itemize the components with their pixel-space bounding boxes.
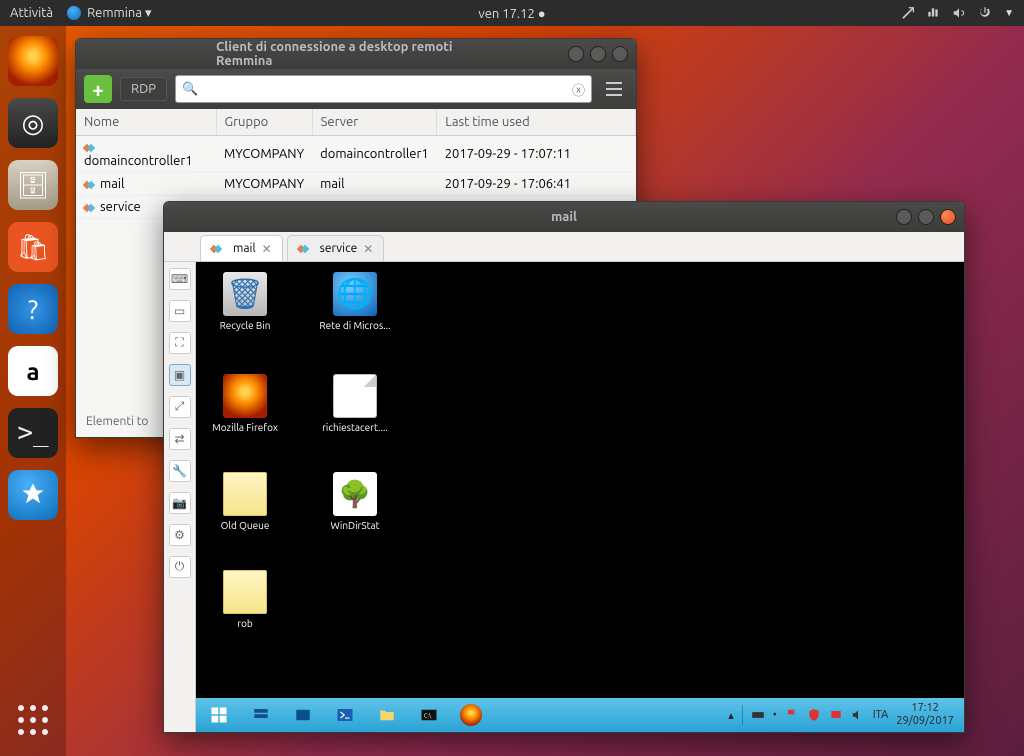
col-group[interactable]: Gruppo	[216, 109, 312, 136]
language-indicator[interactable]: ITA	[873, 709, 888, 721]
desktop-icon-document[interactable]: richiestacert....	[318, 374, 392, 433]
col-last[interactable]: Last time used	[437, 109, 636, 136]
launcher-disks[interactable]: ◎	[8, 98, 58, 148]
app-menu[interactable]: Remmina ▾	[67, 6, 151, 21]
tray-network-icon[interactable]	[829, 708, 843, 722]
maximize-button[interactable]	[918, 209, 934, 225]
tray-shield-icon[interactable]	[807, 708, 821, 722]
tool-fit[interactable]: ⤢	[169, 396, 191, 418]
launcher-amazon[interactable]: a	[8, 346, 58, 396]
search-box[interactable]: 🔍 ⓧ	[175, 75, 592, 103]
tray-keyboard-icon[interactable]	[751, 708, 765, 722]
tray-separator-icon: •	[773, 709, 777, 721]
svg-text:C:\: C:\	[424, 712, 432, 719]
launcher-software[interactable]: 🛍	[8, 222, 58, 272]
search-icon: 🔍	[182, 82, 198, 97]
tab-mail[interactable]: mail ✕	[200, 235, 283, 261]
tool-toolbar[interactable]: 🔧	[169, 460, 191, 482]
taskbar-server-manager[interactable]	[244, 701, 278, 729]
launcher-firefox[interactable]	[8, 36, 58, 86]
desktop-icon-folder[interactable]: rob	[208, 570, 282, 629]
remmina-session-window: mail mail ✕ service ✕ ⌨ ▭ ⛶ ▣	[163, 201, 965, 733]
remmina-icon	[67, 6, 81, 20]
windows-taskbar: C:\ ▴ • ITA 17:12 29/09/2017	[196, 698, 964, 732]
network-icon[interactable]	[926, 6, 940, 20]
menu-button[interactable]	[600, 75, 628, 103]
connection-icon	[84, 179, 96, 191]
launcher-files[interactable]: 🗄	[8, 160, 58, 210]
col-name[interactable]: Nome	[76, 109, 216, 136]
tab-service[interactable]: service ✕	[287, 235, 385, 261]
taskbar-cmd[interactable]: C:\	[412, 701, 446, 729]
titlebar[interactable]: Client di connessione a desktop remoti R…	[76, 39, 636, 69]
connection-icon	[84, 142, 96, 154]
taskbar-clock[interactable]: 17:12 29/09/2017	[896, 702, 958, 728]
close-button[interactable]	[940, 209, 956, 225]
taskbar-firefox[interactable]	[454, 701, 488, 729]
tool-screenshot[interactable]: 📷	[169, 492, 191, 514]
remote-desktop[interactable]: 🗑Recycle Bin 🌐Rete di Micros... Mozilla …	[196, 262, 964, 732]
tab-label: mail	[233, 242, 256, 255]
show-applications[interactable]	[13, 700, 53, 740]
desktop-icon-folder[interactable]: Old Queue	[208, 472, 282, 531]
connection-icon	[298, 243, 310, 255]
taskbar-app[interactable]	[286, 701, 320, 729]
tool-keyboard[interactable]: ⌨	[169, 268, 191, 290]
clock[interactable]: ven 17.12 ●	[478, 6, 545, 21]
protocol-selector[interactable]: RDP	[120, 77, 167, 101]
new-connection-button[interactable]: +	[84, 75, 112, 103]
tabbar: mail ✕ service ✕	[196, 232, 964, 262]
app-menu-label: Remmina ▾	[87, 6, 151, 21]
table-row[interactable]: mail MYCOMPANY mail 2017-09-29 - 17:06:4…	[76, 173, 636, 196]
col-server[interactable]: Server	[312, 109, 437, 136]
desktop-icon-recycle-bin[interactable]: 🗑Recycle Bin	[208, 272, 282, 331]
desktop-icon-windirstat[interactable]: WinDirStat	[318, 472, 392, 531]
volume-icon[interactable]	[952, 6, 966, 20]
minimize-button[interactable]	[568, 46, 584, 62]
tray-volume-icon[interactable]	[851, 708, 865, 722]
launcher-terminal[interactable]: >_	[8, 408, 58, 458]
session-toolbar	[164, 232, 196, 262]
system-menu-chevron-icon[interactable]: ▼	[1004, 7, 1014, 19]
desktop-icon-network[interactable]: 🌐Rete di Micros...	[318, 272, 392, 331]
taskbar-powershell[interactable]	[328, 701, 362, 729]
unity-launcher: ◎ 🗄 🛍 ? a >_	[0, 26, 66, 756]
tab-label: service	[320, 242, 358, 255]
connection-icon	[84, 202, 96, 214]
system-tray: ▴ • ITA 17:12 29/09/2017	[728, 702, 958, 728]
maximize-button[interactable]	[590, 46, 606, 62]
window-title: Client di connessione a desktop remoti R…	[216, 40, 496, 68]
session-sidebar: ⌨ ▭ ⛶ ▣ ⤢ ⇄ 🔧 📷 ⚙ ⏻	[164, 262, 196, 732]
table-row[interactable]: domaincontroller1 MYCOMPANY domaincontro…	[76, 136, 636, 173]
minimize-button[interactable]	[896, 209, 912, 225]
tool-disconnect[interactable]: ⏻	[169, 556, 191, 578]
taskbar-explorer[interactable]	[370, 701, 404, 729]
desktop-icon-firefox[interactable]: Mozilla Firefox	[208, 374, 282, 433]
search-input[interactable]	[204, 82, 566, 96]
close-tab-icon[interactable]: ✕	[363, 242, 373, 256]
tool-scale[interactable]: ▣	[169, 364, 191, 386]
tray-up-icon[interactable]: ▴	[728, 709, 734, 722]
close-tab-icon[interactable]: ✕	[262, 242, 272, 256]
tool-fullscreen[interactable]: ⛶	[169, 332, 191, 354]
tool-switch[interactable]: ⇄	[169, 428, 191, 450]
tool-preferences[interactable]: ⚙	[169, 524, 191, 546]
tray-flag-icon[interactable]	[785, 708, 799, 722]
connection-icon	[211, 243, 223, 255]
launcher-help[interactable]: ?	[8, 284, 58, 334]
gnome-topbar: Attività Remmina ▾ ven 17.12 ● ▼	[0, 0, 1024, 26]
clear-search-icon[interactable]: ⓧ	[572, 80, 585, 99]
window-title: mail	[551, 210, 577, 224]
toolbar: + RDP 🔍 ⓧ	[76, 69, 636, 109]
power-icon[interactable]	[978, 6, 992, 20]
close-button[interactable]	[612, 46, 628, 62]
vpn-icon[interactable]	[900, 6, 914, 20]
titlebar[interactable]: mail	[164, 202, 964, 232]
tool-grab[interactable]: ▭	[169, 300, 191, 322]
activities-button[interactable]: Attività	[10, 6, 53, 20]
start-button[interactable]	[202, 701, 236, 729]
launcher-remmina[interactable]	[8, 470, 58, 520]
